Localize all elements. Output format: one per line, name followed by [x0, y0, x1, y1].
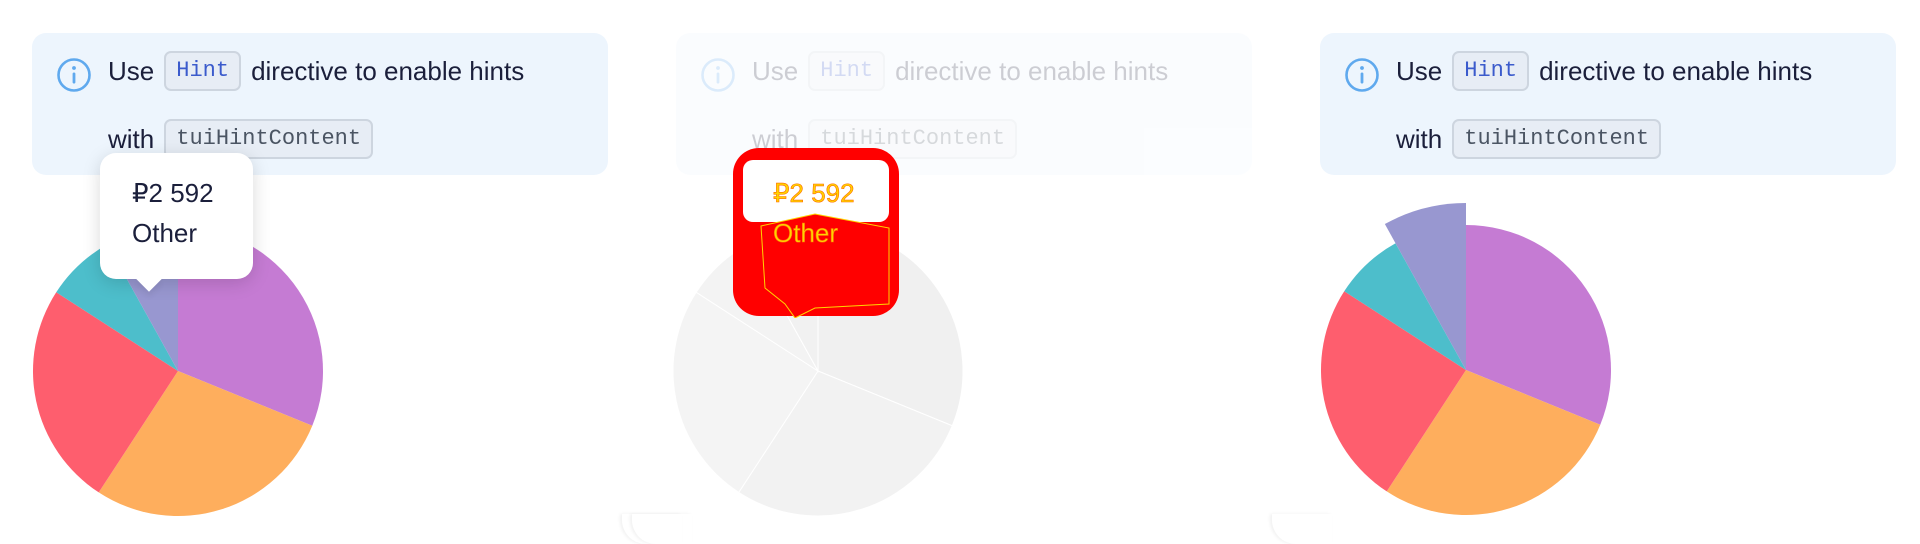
pie-chart	[1321, 203, 1611, 515]
notice-text-with: with	[1396, 124, 1443, 154]
tooltip-value: ₽2 592	[132, 178, 214, 208]
card-edge	[1272, 514, 1332, 544]
pie-hint-tooltip-artifact: ₽2 592 Other	[733, 148, 903, 320]
pie-hint-tooltip: ₽2 592 Other	[100, 153, 253, 292]
code-hint: Hint	[1452, 51, 1530, 91]
demo-panel-3: Use Hint directive to enable hints with …	[1280, 0, 1920, 544]
demo-panel-2: Use Hint directive to enable hints with …	[640, 0, 1280, 544]
notice-text-with: with	[108, 124, 155, 154]
demo-panel-1: Use Hint directive to enable hints with …	[0, 0, 640, 544]
code-hint: Hint	[808, 51, 886, 91]
notice-text-directive: directive to enable hints	[1539, 56, 1813, 86]
info-icon	[57, 58, 91, 92]
notice-text-directive: directive to enable hints	[251, 56, 525, 86]
notice-line-1: Use Hint directive to enable hints	[1396, 51, 1812, 91]
tooltip-label: Other	[132, 218, 198, 248]
info-icon	[701, 58, 735, 92]
info-icon	[1345, 58, 1379, 92]
notice-line-2: with tuiHintContent	[1396, 119, 1671, 159]
notice-text-directive: directive to enable hints	[895, 56, 1169, 86]
code-hint-content: tuiHintContent	[1452, 119, 1662, 159]
notice-line-1: Use Hint directive to enable hints	[108, 51, 524, 91]
code-hint: Hint	[164, 51, 242, 91]
card-edge	[632, 514, 692, 544]
notice-text-use: Use	[108, 56, 155, 86]
notice-text-use: Use	[752, 56, 799, 86]
notice-line-1: Use Hint directive to enable hints	[752, 51, 1168, 91]
notice-text-use: Use	[1396, 56, 1443, 86]
tooltip-label: Other	[773, 218, 839, 249]
hint-notice: Use Hint directive to enable hints with …	[1320, 33, 1896, 175]
tooltip-value: ₽2 592	[773, 178, 855, 209]
